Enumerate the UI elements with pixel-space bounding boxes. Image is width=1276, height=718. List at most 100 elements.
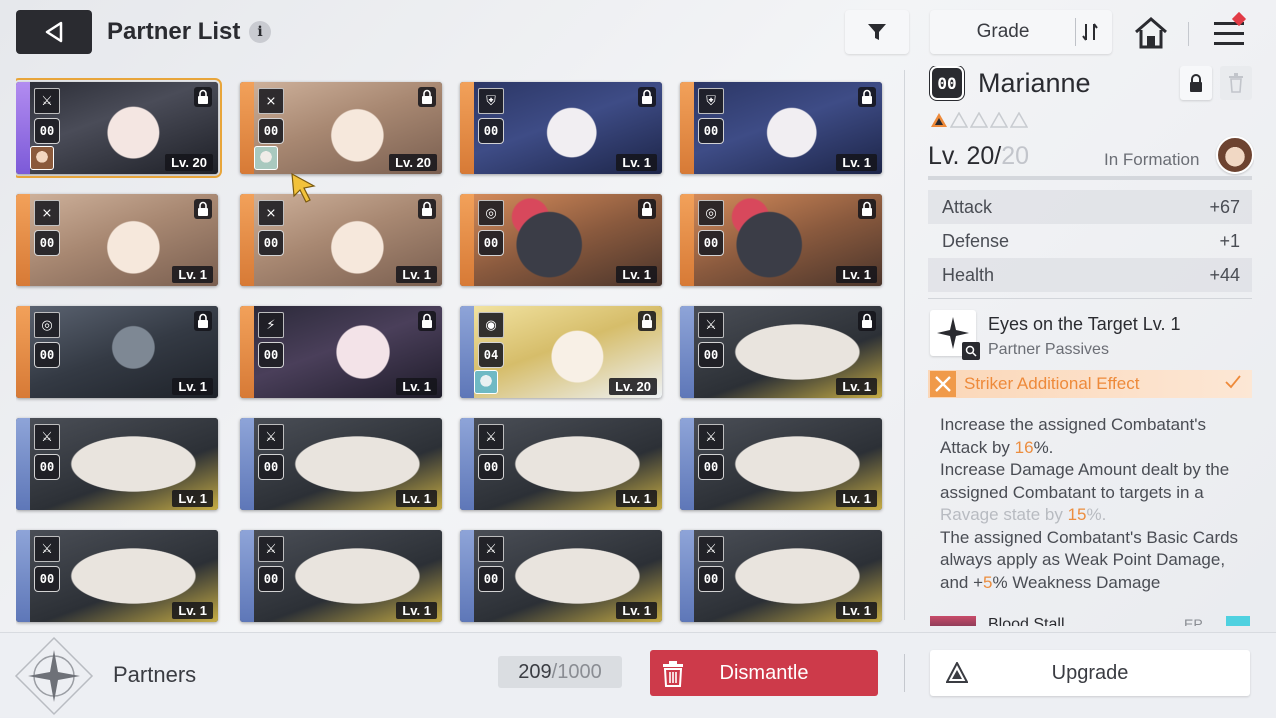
lock-icon[interactable] [418, 311, 436, 331]
rarity-strip [680, 418, 694, 510]
lock-icon[interactable] [858, 87, 876, 107]
rarity-strip [680, 530, 694, 622]
partner-card[interactable]: ⛨ 00 Lv. 1 [460, 82, 662, 174]
partner-card[interactable]: ⚔ 00 Lv. 1 [680, 306, 882, 398]
partner-number-badge: 00 [698, 118, 724, 144]
count-current: 209 [518, 660, 552, 683]
back-button[interactable] [16, 10, 92, 54]
lock-icon[interactable] [858, 199, 876, 219]
grade-stars [930, 112, 1028, 128]
lock-icon[interactable] [638, 311, 656, 331]
partner-card[interactable]: ◎ 00 Lv. 1 [16, 306, 218, 398]
lock-icon[interactable] [194, 87, 212, 107]
sword-cross-icon: ⚔ [478, 424, 504, 450]
partner-card[interactable]: ⚔ 00 Lv. 1 [460, 418, 662, 510]
partner-level-label: Lv. 1 [396, 602, 437, 619]
partner-card[interactable]: ◎ 00 Lv. 1 [460, 194, 662, 286]
next-skill-item[interactable]: Blood Stall EP [928, 614, 1252, 626]
target-icon: ◎ [34, 312, 60, 338]
lock-toggle-button[interactable] [1180, 66, 1212, 100]
skill-description: Increase the assigned Combatant's Attack… [940, 414, 1254, 594]
stat-value: +67 [1209, 196, 1240, 217]
home-button[interactable] [1128, 10, 1174, 56]
stat-name: Attack [942, 196, 993, 217]
partner-card[interactable]: ⚔ 00 Lv. 1 [680, 530, 882, 622]
lock-icon[interactable] [638, 199, 656, 219]
partner-level-label: Lv. 1 [616, 490, 657, 507]
count-max: 1000 [557, 660, 602, 683]
stats-list: Attack +67 Defense +1 Health +44 [928, 190, 1252, 292]
desc-text: % Weakness Damage [992, 572, 1161, 592]
sort-grade-button[interactable]: Grade [930, 10, 1112, 54]
partner-card[interactable]: ⚔ 00 Lv. 1 [460, 530, 662, 622]
sword-cross-icon: ⚔ [34, 88, 60, 114]
partner-number-badge: 00 [698, 566, 724, 592]
rarity-strip [680, 306, 694, 398]
level-max: 20 [1001, 142, 1030, 170]
rarity-strip [240, 306, 254, 398]
partner-card[interactable]: ◉ 04 Lv. 20 [460, 306, 662, 398]
rarity-strip [680, 194, 694, 286]
stat-value: +1 [1219, 230, 1240, 251]
lock-icon[interactable] [194, 199, 212, 219]
partner-detail-panel: 00 Marianne Lv. 20/20 In Formation Attac… [928, 66, 1254, 626]
lock-icon[interactable] [418, 199, 436, 219]
rarity-strip [240, 418, 254, 510]
partner-card[interactable]: ⛨ 00 Lv. 1 [680, 82, 882, 174]
partner-level-label: Lv. 1 [172, 602, 213, 619]
detail-number-badge: 00 [930, 66, 964, 100]
partner-card[interactable]: ⚔ 00 Lv. 1 [16, 530, 218, 622]
compass-emblem-icon [14, 636, 94, 716]
sword-cross-icon: ⚔ [698, 424, 724, 450]
chevron-down-icon: ⨯ [258, 88, 284, 114]
upgrade-button[interactable]: Upgrade [930, 650, 1250, 696]
partner-card[interactable]: ⚔ 00 Lv. 1 [240, 418, 442, 510]
partner-card[interactable]: ⨯ 00 Lv. 1 [16, 194, 218, 286]
menu-button[interactable] [1206, 11, 1252, 54]
partner-level-label: Lv. 1 [836, 378, 877, 395]
partner-card[interactable]: ⚔ 00 Lv. 1 [240, 530, 442, 622]
partner-level-label: Lv. 1 [172, 490, 213, 507]
desc-value: 16 [1014, 437, 1034, 457]
page-title: Partner List [107, 18, 241, 45]
filter-button[interactable] [845, 10, 909, 54]
additional-effect-toggle[interactable]: Striker Additional Effect [928, 370, 1252, 398]
lock-icon[interactable] [418, 87, 436, 107]
partner-number-badge: 00 [478, 454, 504, 480]
shield-icon: ⛨ [478, 88, 504, 114]
partner-level-label: Lv. 1 [396, 378, 437, 395]
sort-arrows-icon[interactable] [1075, 18, 1104, 46]
additional-effect-label: Striker Additional Effect [964, 374, 1140, 393]
dismantle-button[interactable]: Dismantle [650, 650, 878, 696]
partner-level-label: Lv. 1 [396, 490, 437, 507]
partner-number-badge: 00 [34, 230, 60, 256]
bolt-icon: ⚡ [258, 312, 284, 338]
partner-card[interactable]: ⚔ 00 Lv. 1 [680, 418, 882, 510]
rarity-strip [460, 418, 474, 510]
lock-icon[interactable] [638, 87, 656, 107]
sword-cross-icon: ⚔ [258, 536, 284, 562]
dismantle-label: Dismantle [719, 661, 809, 684]
partner-level: Lv. 20/20 [928, 142, 1029, 171]
lock-icon[interactable] [194, 311, 212, 331]
lock-icon[interactable] [858, 311, 876, 331]
partner-level-label: Lv. 1 [836, 490, 877, 507]
home-icon [1135, 17, 1167, 49]
trash-button[interactable] [1220, 66, 1252, 100]
filled-triangle-star-icon [931, 113, 947, 127]
rarity-strip [16, 418, 30, 510]
partner-card[interactable]: ◎ 00 Lv. 1 [680, 194, 882, 286]
partner-card[interactable]: ⚔ 00 Lv. 20 [16, 78, 222, 178]
magnifier-icon[interactable] [962, 342, 980, 360]
partner-card[interactable]: ⚔ 00 Lv. 1 [16, 418, 218, 510]
partner-level-label: Lv. 1 [616, 266, 657, 283]
formation-avatar[interactable] [1216, 136, 1254, 174]
empty-triangle-star-icon [1010, 112, 1028, 128]
partner-card[interactable]: ⨯ 00 Lv. 20 [240, 82, 442, 174]
partner-number-badge: 00 [34, 566, 60, 592]
info-icon[interactable]: i [249, 21, 271, 43]
partner-card[interactable]: ⨯ 00 Lv. 1 [240, 194, 442, 286]
partner-card[interactable]: ⚡ 00 Lv. 1 [240, 306, 442, 398]
partner-level-label: Lv. 1 [836, 266, 877, 283]
sword-cross-icon: ⚔ [478, 536, 504, 562]
